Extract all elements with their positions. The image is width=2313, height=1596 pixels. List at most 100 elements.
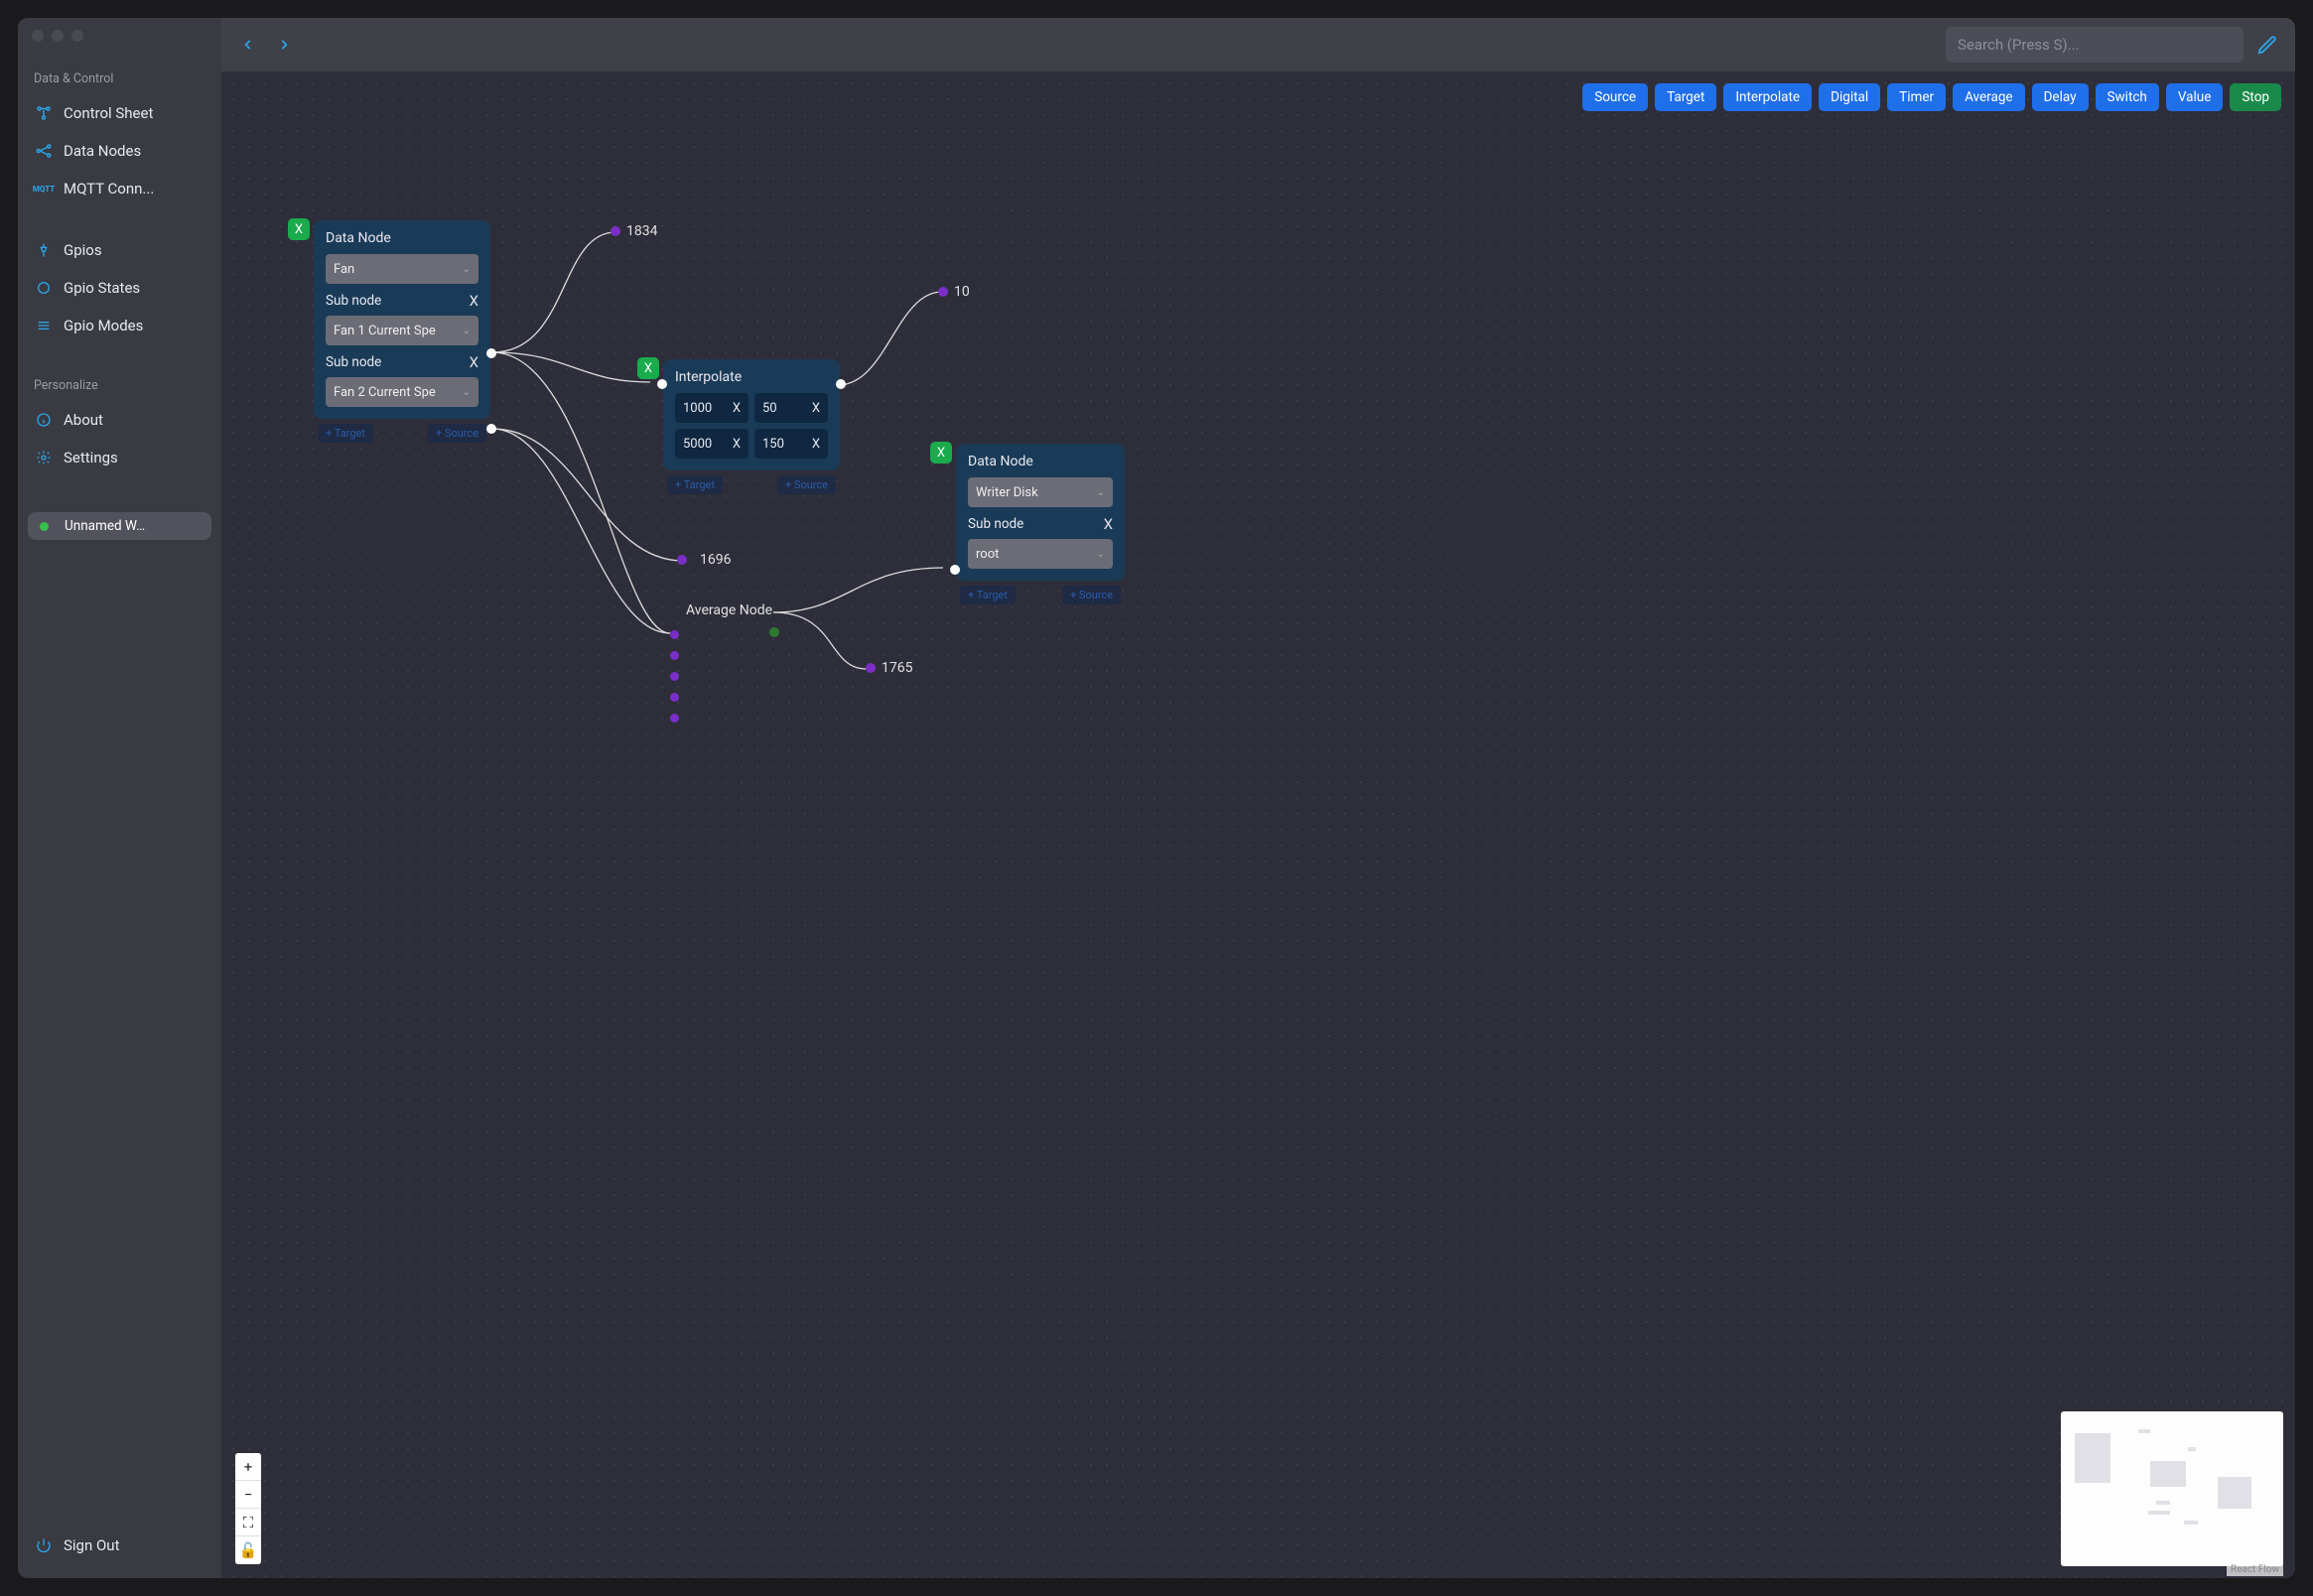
input-handle[interactable] (670, 630, 679, 639)
nav-forward-button[interactable] (271, 32, 297, 58)
tool-stop[interactable]: Stop (2230, 83, 2281, 111)
sidebar-item-label: About (64, 411, 103, 429)
tool-source[interactable]: Source (1582, 83, 1648, 111)
node-title: Data Node (326, 230, 478, 246)
sidebar-item-label: Sign Out (64, 1536, 119, 1554)
interp-cell[interactable]: 1000X (675, 393, 748, 423)
pin-icon (34, 240, 54, 260)
search-box[interactable] (1946, 27, 2244, 63)
cell-value: 50 (762, 401, 777, 416)
node-select-main[interactable]: Fan⌄ (326, 254, 478, 284)
node-select-sub1[interactable]: Fan 1 Current Spe⌄ (326, 316, 478, 345)
node-close-button[interactable]: X (288, 218, 310, 240)
tool-timer[interactable]: Timer (1887, 83, 1946, 111)
output-handle[interactable] (486, 348, 496, 358)
cell-remove-button[interactable]: X (812, 401, 820, 416)
value-handle[interactable] (866, 663, 876, 673)
zoom-in-button[interactable]: + (235, 1453, 261, 1481)
node-average[interactable]: Average Node (670, 602, 772, 618)
remove-sub-button[interactable]: X (470, 353, 478, 371)
input-handle[interactable] (670, 651, 679, 660)
zoom-out-button[interactable]: − (235, 1481, 261, 1509)
sidebar-about[interactable]: About (28, 401, 211, 439)
sidebar-gpio-modes[interactable]: Gpio Modes (28, 307, 211, 344)
add-source-button[interactable]: + Source (777, 475, 836, 494)
tool-average[interactable]: Average (1953, 83, 2024, 111)
sidebar-data-nodes[interactable]: Data Nodes (28, 132, 211, 170)
value-text: 1834 (626, 223, 657, 239)
input-handle[interactable] (670, 672, 679, 681)
node-close-button[interactable]: X (930, 442, 952, 464)
interp-cell[interactable]: 5000X (675, 429, 748, 459)
value-handle[interactable] (677, 555, 687, 565)
main: Source Target Interpolate Digital Timer … (221, 18, 2295, 1578)
select-value: Fan 2 Current Spe (334, 385, 436, 400)
canvas[interactable]: Source Target Interpolate Digital Timer … (221, 71, 2295, 1578)
data-nodes-icon (34, 141, 54, 161)
sidebar-item-label: Gpio States (64, 279, 140, 297)
mqtt-icon: MQTT (34, 179, 54, 199)
value-node-10[interactable]: 10 (938, 284, 970, 300)
tool-digital[interactable]: Digital (1819, 83, 1880, 111)
edges-layer (221, 71, 2295, 1578)
sidebar-mqtt[interactable]: MQTT MQTT Conn... (28, 170, 211, 207)
input-handle[interactable] (670, 693, 679, 702)
add-target-button[interactable]: + Target (318, 424, 373, 443)
tool-value[interactable]: Value (2166, 83, 2224, 111)
node-select-sub2[interactable]: Fan 2 Current Spe ⌄ (326, 377, 478, 407)
remove-sub-button[interactable]: X (1104, 515, 1113, 533)
cell-remove-button[interactable]: X (733, 401, 741, 416)
value-node-1765[interactable]: 1765 (866, 660, 912, 676)
interp-cell[interactable]: 50 X (754, 393, 828, 423)
node-select-sub1[interactable]: root⌄ (968, 539, 1113, 569)
output-handle[interactable] (769, 627, 779, 637)
add-source-button[interactable]: + Source (1062, 586, 1121, 604)
sidebar-workspace[interactable]: Unnamed W… (28, 512, 211, 540)
output-handle[interactable] (836, 379, 846, 389)
tool-switch[interactable]: Switch (2096, 83, 2159, 111)
node-title: Interpolate (675, 369, 828, 385)
window-controls[interactable] (32, 30, 83, 42)
node-data-fan[interactable]: X Data Node Fan⌄ Sub node X Fan 1 Current… (314, 220, 490, 419)
node-select-main[interactable]: Writer Disk⌄ (968, 477, 1113, 507)
sub-label: Sub node (326, 354, 381, 370)
cell-remove-button[interactable]: X (733, 437, 741, 452)
sub-label: Sub node (326, 293, 381, 309)
zoom-lock-button[interactable]: 🔓 (235, 1536, 261, 1564)
zoom-fit-button[interactable]: ⛶ (235, 1509, 261, 1536)
gear-icon (34, 448, 54, 467)
value-handle[interactable] (938, 287, 948, 297)
node-close-button[interactable]: X (637, 357, 659, 379)
minimap[interactable] (2061, 1411, 2283, 1566)
value-text: 1765 (882, 660, 912, 676)
sidebar-gpio-states[interactable]: Gpio States (28, 269, 211, 307)
search-input[interactable] (1958, 36, 2232, 54)
tool-delay[interactable]: Delay (2032, 83, 2089, 111)
sidebar-settings[interactable]: Settings (28, 439, 211, 476)
workspace-name: Unnamed W… (65, 518, 145, 534)
remove-sub-button[interactable]: X (470, 292, 478, 310)
chevron-down-icon: ⌄ (463, 264, 471, 275)
tool-target[interactable]: Target (1655, 83, 1716, 111)
cell-remove-button[interactable]: X (812, 437, 820, 452)
sidebar-control-sheet[interactable]: Control Sheet (28, 94, 211, 132)
edit-button[interactable] (2253, 31, 2281, 59)
sidebar-gpios[interactable]: Gpios (28, 231, 211, 269)
input-handle[interactable] (670, 714, 679, 723)
sidebar-signout[interactable]: Sign Out (28, 1527, 211, 1564)
value-node-1834[interactable]: 1834 (611, 223, 657, 239)
select-value: root (976, 547, 999, 562)
nav-back-button[interactable] (235, 32, 261, 58)
tool-interpolate[interactable]: Interpolate (1723, 83, 1812, 111)
add-source-button[interactable]: + Source (428, 424, 486, 443)
add-target-button[interactable]: + Target (960, 586, 1016, 604)
input-handle[interactable] (657, 379, 667, 389)
chevron-down-icon: ⌄ (463, 387, 471, 398)
sidebar: Data & Control Control Sheet Data Nodes … (18, 18, 221, 1578)
node-interpolate[interactable]: X Interpolate 1000X 50X 5000X 150X + Tar… (663, 359, 840, 470)
node-data-writer[interactable]: X Data Node Writer Disk⌄ Sub nodeX root⌄… (956, 444, 1125, 581)
add-target-button[interactable]: + Target (667, 475, 723, 494)
value-handle[interactable] (611, 226, 620, 236)
input-handle[interactable] (950, 565, 960, 575)
interp-cell[interactable]: 150X (754, 429, 828, 459)
